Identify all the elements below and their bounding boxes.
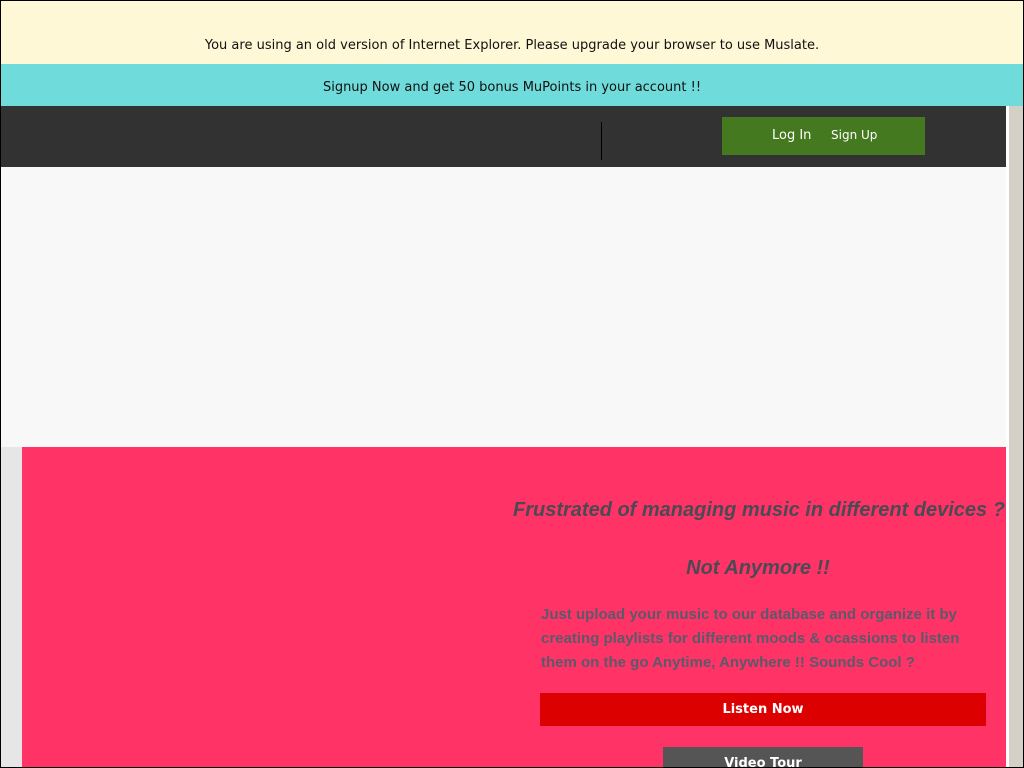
signup-promo-banner[interactable]: Signup Now and get 50 bonus MuPoints in … bbox=[1, 64, 1023, 106]
ie-warning-banner: You are using an old version of Internet… bbox=[1, 1, 1023, 64]
listen-now-button[interactable]: Listen Now bbox=[540, 693, 986, 726]
hero-subtitle: Not Anymore !! bbox=[686, 557, 830, 579]
scrollbar-edge bbox=[1006, 106, 1009, 767]
hero-title: Frustrated of managing music in differen… bbox=[513, 499, 1006, 521]
login-button[interactable]: Log In bbox=[772, 117, 811, 155]
hero-section: Frustrated of managing music in differen… bbox=[22, 447, 1006, 767]
ie-warning-text: You are using an old version of Internet… bbox=[204, 38, 820, 53]
nav-divider bbox=[601, 122, 602, 160]
signup-button[interactable]: Sign Up bbox=[831, 117, 877, 155]
left-gutter bbox=[1, 447, 22, 767]
signup-promo-text: Signup Now and get 50 bonus MuPoints in … bbox=[322, 80, 702, 95]
hero-description: Just upload your music to our database a… bbox=[541, 606, 960, 671]
video-tour-button[interactable]: Video Tour bbox=[663, 747, 863, 767]
navbar: Log In Sign Up bbox=[1, 106, 1006, 167]
blank-content-area bbox=[1, 167, 1006, 447]
browser-viewport: You are using an old version of Internet… bbox=[0, 0, 1024, 768]
auth-buttons: Log In Sign Up bbox=[722, 117, 925, 155]
